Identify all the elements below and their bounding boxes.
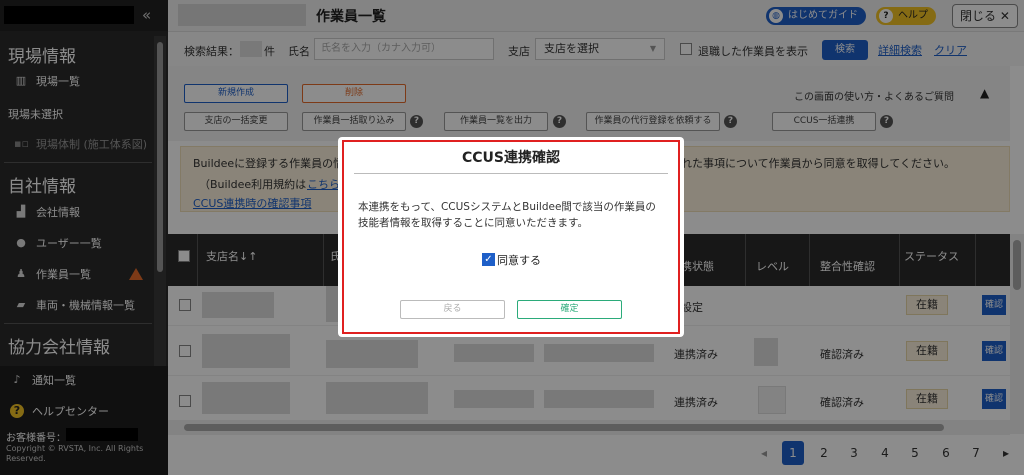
highlight-frame xyxy=(342,140,680,334)
